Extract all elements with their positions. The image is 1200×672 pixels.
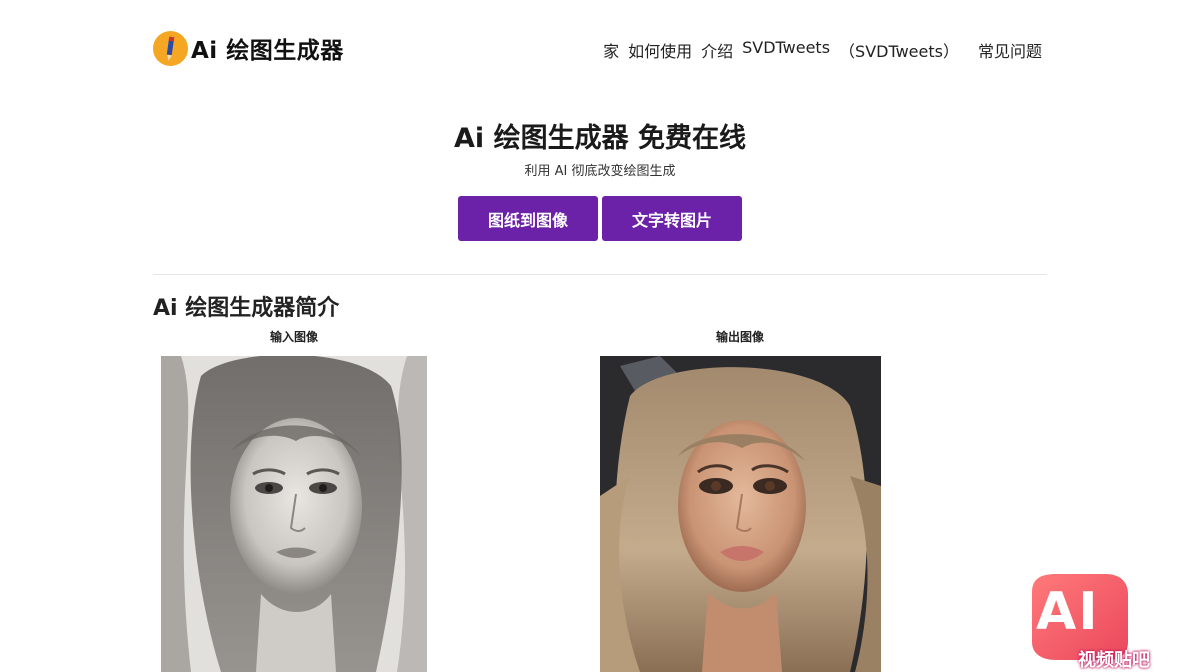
input-image-label: 输入图像: [269, 330, 318, 344]
intro-title: Ai 绘图生成器简介: [153, 296, 340, 321]
input-sketch-image: [161, 356, 427, 672]
watermark-text-big: AI: [1036, 582, 1100, 642]
watermark-text-small: 视频贴吧: [1078, 650, 1150, 671]
output-photo-image: [600, 356, 881, 672]
nav-how-to-use[interactable]: 如何使用: [628, 38, 692, 62]
nav-intro[interactable]: 介绍: [701, 38, 733, 62]
section-divider: [153, 274, 1047, 275]
brand[interactable]: Ai 绘图生成器: [153, 30, 344, 66]
nav-home[interactable]: 家: [603, 38, 619, 62]
nav-faq[interactable]: 常见问题: [978, 38, 1042, 62]
brand-name: Ai 绘图生成器: [191, 38, 344, 64]
nav-svdtweets-alt[interactable]: （SVDTweets）: [839, 38, 959, 62]
watermark-logo: AI 视频贴吧: [1022, 572, 1172, 672]
page-subtitle: 利用 AI 彻底改变绘图生成: [524, 164, 676, 179]
text-to-image-button[interactable]: 文字转图片: [602, 196, 742, 241]
main-nav: 家 如何使用 介绍 SVDTweets （SVDTweets） 常见问题: [603, 38, 1042, 62]
sketch-to-image-button[interactable]: 图纸到图像: [458, 196, 598, 241]
nav-svdtweets[interactable]: SVDTweets: [742, 38, 830, 62]
pencil-logo-icon: [153, 30, 188, 66]
site-header: Ai 绘图生成器 家 如何使用 介绍 SVDTweets （SVDTweets）…: [0, 0, 1200, 96]
hero-buttons: 图纸到图像 文字转图片: [458, 196, 742, 241]
output-image-label: 输出图像: [715, 330, 764, 344]
page-title: Ai 绘图生成器 免费在线: [454, 123, 746, 154]
